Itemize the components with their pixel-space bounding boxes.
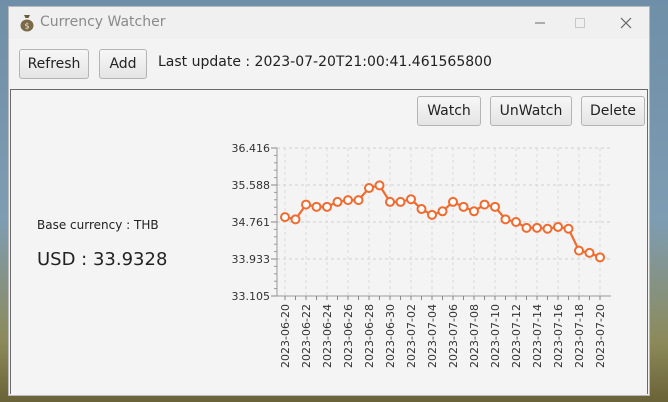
title-bar[interactable]: $ Currency Watcher	[9, 7, 649, 39]
y-tick-label: 33.933	[232, 253, 271, 266]
toolbar: Refresh Add Last update : 2023-07-20T21:…	[9, 39, 649, 89]
rate-data-point	[469, 206, 479, 217]
rate-data-point	[532, 222, 542, 233]
x-tick-label: 2023-07-18	[573, 304, 586, 368]
unwatch-button[interactable]: UnWatch	[490, 96, 572, 126]
app-window: $ Currency Watcher Refresh Add Last upda…	[8, 6, 650, 396]
exchange-rate-value: USD : 33.9328	[37, 249, 168, 270]
x-tick-label: 2023-07-04	[426, 304, 439, 368]
rate-data-point	[584, 247, 595, 258]
y-tick-label: 33.105	[232, 290, 271, 303]
x-tick-label: 2023-06-22	[300, 304, 313, 368]
rate-data-point	[322, 201, 332, 212]
svg-text:$: $	[24, 22, 29, 31]
rate-data-point	[385, 196, 395, 207]
rate-data-point	[595, 252, 605, 263]
close-icon	[620, 17, 632, 29]
y-tick-label: 36.416	[232, 142, 271, 155]
base-currency-label: Base currency : THB	[37, 218, 159, 232]
delete-button[interactable]: Delete	[581, 96, 645, 126]
money-bag-icon: $	[20, 15, 34, 32]
rate-data-point	[395, 196, 406, 207]
add-button[interactable]: Add	[99, 49, 147, 79]
x-tick-label: 2023-07-10	[489, 304, 502, 368]
rate-data-point	[280, 212, 290, 223]
last-update-text: Last update : 2023-07-20T21:00:41.461565…	[158, 54, 492, 70]
rate-data-point	[437, 206, 448, 217]
rate-data-point	[574, 245, 584, 256]
currency-panel: Watch UnWatch Delete Base currency : THB…	[10, 89, 648, 394]
x-tick-label: 2023-07-08	[468, 304, 481, 368]
rate-data-point	[448, 196, 458, 207]
window-title: Currency Watcher	[40, 14, 166, 30]
x-tick-label: 2023-06-26	[342, 304, 355, 368]
rate-data-point	[563, 223, 574, 234]
watch-button[interactable]: Watch	[417, 96, 481, 126]
x-tick-label: 2023-07-12	[510, 304, 523, 368]
close-button[interactable]	[603, 7, 649, 39]
maximize-icon	[575, 18, 585, 28]
minimize-icon	[535, 22, 545, 24]
x-tick-label: 2023-06-28	[363, 304, 376, 368]
rate-data-point	[490, 201, 500, 212]
rate-data-point	[511, 217, 521, 228]
rate-data-point	[332, 196, 343, 207]
rate-data-point	[553, 221, 563, 232]
x-tick-label: 2023-07-14	[531, 304, 544, 368]
rate-data-point	[416, 204, 427, 215]
x-tick-label: 2023-07-02	[405, 304, 418, 368]
rate-data-point	[542, 223, 553, 234]
rate-data-point	[521, 222, 532, 233]
maximize-button[interactable]	[557, 7, 603, 39]
rate-data-point	[311, 201, 322, 212]
rate-data-point	[479, 199, 490, 210]
refresh-button[interactable]: Refresh	[19, 49, 89, 79]
rate-data-point	[290, 214, 301, 225]
rate-data-point	[427, 209, 437, 220]
y-tick-label: 35.588	[232, 179, 271, 192]
y-tick-label: 34.761	[232, 216, 271, 229]
rate-data-point	[343, 195, 353, 206]
rate-data-point	[500, 214, 511, 225]
rate-data-point	[406, 194, 416, 205]
x-tick-label: 2023-07-20	[594, 304, 607, 368]
rate-data-point	[458, 201, 469, 212]
x-tick-label: 2023-07-06	[447, 304, 460, 368]
x-tick-label: 2023-06-30	[384, 304, 397, 368]
x-tick-label: 2023-06-20	[279, 304, 292, 368]
rate-data-point	[353, 195, 364, 206]
x-tick-label: 2023-07-16	[552, 304, 565, 368]
rate-data-point	[301, 199, 311, 210]
rate-data-point	[364, 183, 374, 194]
rate-data-point	[374, 180, 385, 191]
rate-history-chart: 33.105 33.933 34.761 35.588 36.416 2023-06-20…	[232, 142, 611, 368]
x-tick-label: 2023-06-24	[321, 304, 334, 368]
